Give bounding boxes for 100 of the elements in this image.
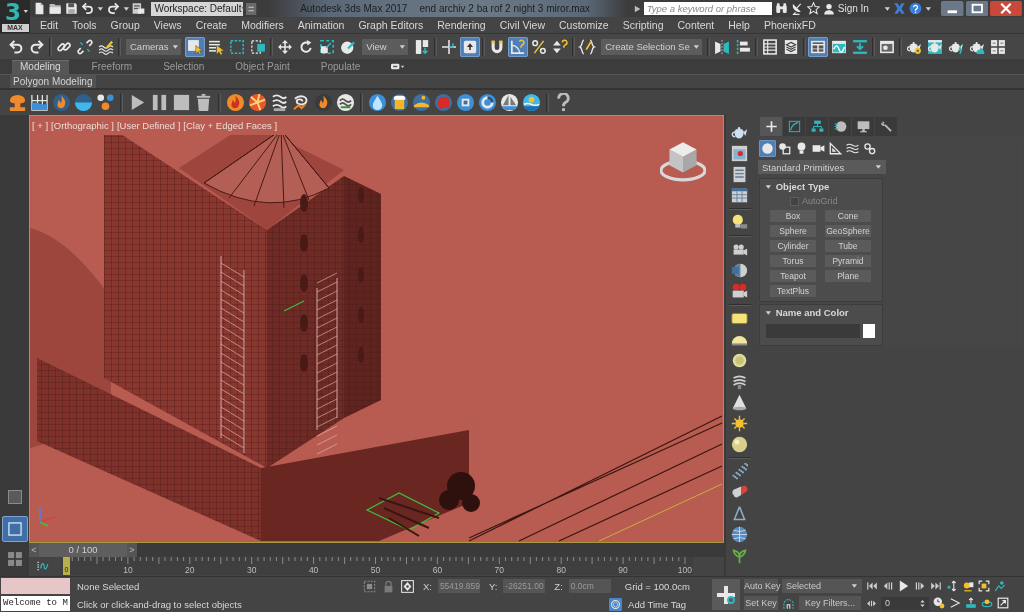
help-icon[interactable] [554, 93, 573, 112]
hierarchy-tab[interactable] [806, 117, 828, 136]
trash-icon[interactable] [194, 93, 213, 112]
render-window-icon[interactable] [731, 145, 748, 162]
water-grid-icon[interactable] [30, 93, 49, 112]
caret-icon[interactable] [171, 43, 179, 50]
undo-icon[interactable] [81, 2, 94, 15]
modify-tab[interactable] [783, 117, 805, 136]
keyboard-override-icon[interactable] [460, 36, 481, 57]
maximize-icon[interactable] [965, 1, 989, 16]
previous-frame-button[interactable]: < [29, 543, 39, 557]
half-disc-icon[interactable] [731, 262, 748, 279]
caret-icon[interactable] [692, 43, 700, 50]
previous-frame-icon[interactable] [882, 580, 894, 592]
menu-icon[interactable] [246, 2, 257, 15]
utilities-tab[interactable] [875, 117, 897, 136]
menu-item[interactable]: Rendering [430, 19, 493, 31]
spinner-icon[interactable] [918, 598, 927, 608]
hierarchy-icon[interactable] [810, 120, 824, 133]
search-field[interactable]: Type a keyword or phrase [643, 2, 772, 15]
next-frame-button[interactable]: > [127, 543, 137, 557]
viewport-label[interactable]: [User Defined ] [116, 120, 181, 131]
fire-badge-icon[interactable] [226, 93, 245, 112]
disc-icon[interactable] [731, 352, 748, 369]
splash-icon[interactable] [412, 93, 431, 112]
user-icon[interactable] [822, 2, 835, 15]
sun-icon[interactable] [731, 415, 748, 432]
plane-icon[interactable] [731, 310, 748, 327]
go-to-start-icon[interactable] [866, 580, 878, 592]
motion-tab[interactable] [829, 117, 851, 136]
flame-icon[interactable] [314, 93, 333, 112]
teapot-icon[interactable] [731, 124, 748, 141]
ribbon-tab[interactable]: Populate [312, 60, 369, 74]
angle-snap-icon[interactable] [508, 36, 529, 57]
primitive-button[interactable]: Cone [825, 210, 871, 222]
object-color-swatch[interactable] [863, 324, 875, 338]
satellite-dish-icon[interactable] [790, 2, 804, 15]
waves-icon[interactable] [731, 373, 748, 390]
script-input-field[interactable] [1, 578, 70, 594]
sign-in-button[interactable]: Sign In [822, 2, 881, 15]
zoom-all-icon[interactable] [962, 580, 974, 592]
list-icon[interactable] [731, 166, 748, 183]
stop-icon[interactable] [172, 93, 191, 112]
cone-icon[interactable] [731, 394, 748, 411]
capsule-icon[interactable] [731, 484, 748, 501]
orbit-icon[interactable] [981, 597, 993, 609]
menu-item[interactable]: Scripting [615, 19, 671, 31]
menu-item[interactable]: Create [188, 19, 235, 31]
menu-item[interactable]: Customize [552, 19, 616, 31]
menu-item[interactable]: Edit [33, 19, 66, 31]
primitive-button[interactable]: Tube [825, 240, 871, 252]
primitive-button[interactable]: Teapot [770, 270, 816, 282]
zoom-extents-icon[interactable] [978, 580, 990, 592]
close-icon[interactable] [990, 1, 1022, 16]
ribbon-toggle-icon[interactable] [808, 36, 829, 57]
cube-badge-icon[interactable] [456, 93, 475, 112]
single-viewport-layout-icon[interactable] [1, 516, 28, 542]
go-to-end-icon[interactable] [930, 580, 942, 592]
coordinate-field[interactable]: 0.0cm [568, 579, 611, 593]
minimize-icon[interactable] [941, 1, 964, 16]
modify-icon[interactable] [787, 120, 801, 133]
set-keys-button[interactable] [712, 579, 740, 610]
caret-icon[interactable] [883, 5, 891, 12]
help-icon[interactable] [909, 2, 923, 15]
globe-icon[interactable] [731, 526, 748, 543]
caret-icon[interactable] [851, 583, 858, 589]
plant-icon[interactable] [731, 547, 748, 564]
rollout-header[interactable]: Object Type [760, 179, 830, 194]
menu-item[interactable]: PhoenixFD [756, 19, 823, 31]
primitive-button[interactable]: TextPlus [770, 285, 816, 297]
menu-item[interactable]: Content [670, 19, 722, 31]
menu-item[interactable]: Animation [290, 19, 352, 31]
pause-icon[interactable] [150, 93, 169, 112]
sea-badge-icon[interactable] [522, 93, 541, 112]
caret-icon[interactable] [122, 5, 130, 12]
expand-arrow-icon[interactable] [633, 4, 641, 13]
select-object-icon[interactable] [185, 36, 206, 57]
binoculars-icon[interactable] [774, 2, 788, 15]
caret-icon[interactable] [875, 164, 882, 170]
viewport-label[interactable]: [ + ] [32, 120, 49, 131]
primitive-button[interactable]: Plane [825, 270, 871, 282]
transform-mode-icon[interactable] [400, 579, 414, 593]
wrench-icon[interactable] [879, 120, 893, 133]
viewcube-icon[interactable] [660, 140, 706, 182]
menu-item[interactable]: Help [721, 19, 757, 31]
shapes-icon[interactable] [776, 140, 793, 157]
add-time-tag-button[interactable]: Add Time Tag [609, 597, 686, 611]
redo-icon[interactable] [106, 2, 120, 15]
dot-pattern-icon[interactable] [731, 463, 748, 480]
coordinate-field[interactable]: 55419.859 [437, 579, 480, 593]
mushroom-cloud-icon[interactable] [8, 93, 27, 112]
selection-filter-dropdown[interactable]: Cameras [126, 38, 182, 55]
script-output-field[interactable]: Welcome to M [1, 596, 70, 611]
pan-icon[interactable] [965, 597, 977, 609]
particles-icon[interactable] [96, 93, 115, 112]
star-icon[interactable] [806, 2, 820, 15]
set-key-button[interactable]: Set Key [744, 596, 778, 610]
ribbon-options-icon[interactable] [391, 63, 406, 70]
key-plus-icon[interactable] [716, 584, 736, 605]
isolate-icon[interactable] [362, 579, 376, 593]
